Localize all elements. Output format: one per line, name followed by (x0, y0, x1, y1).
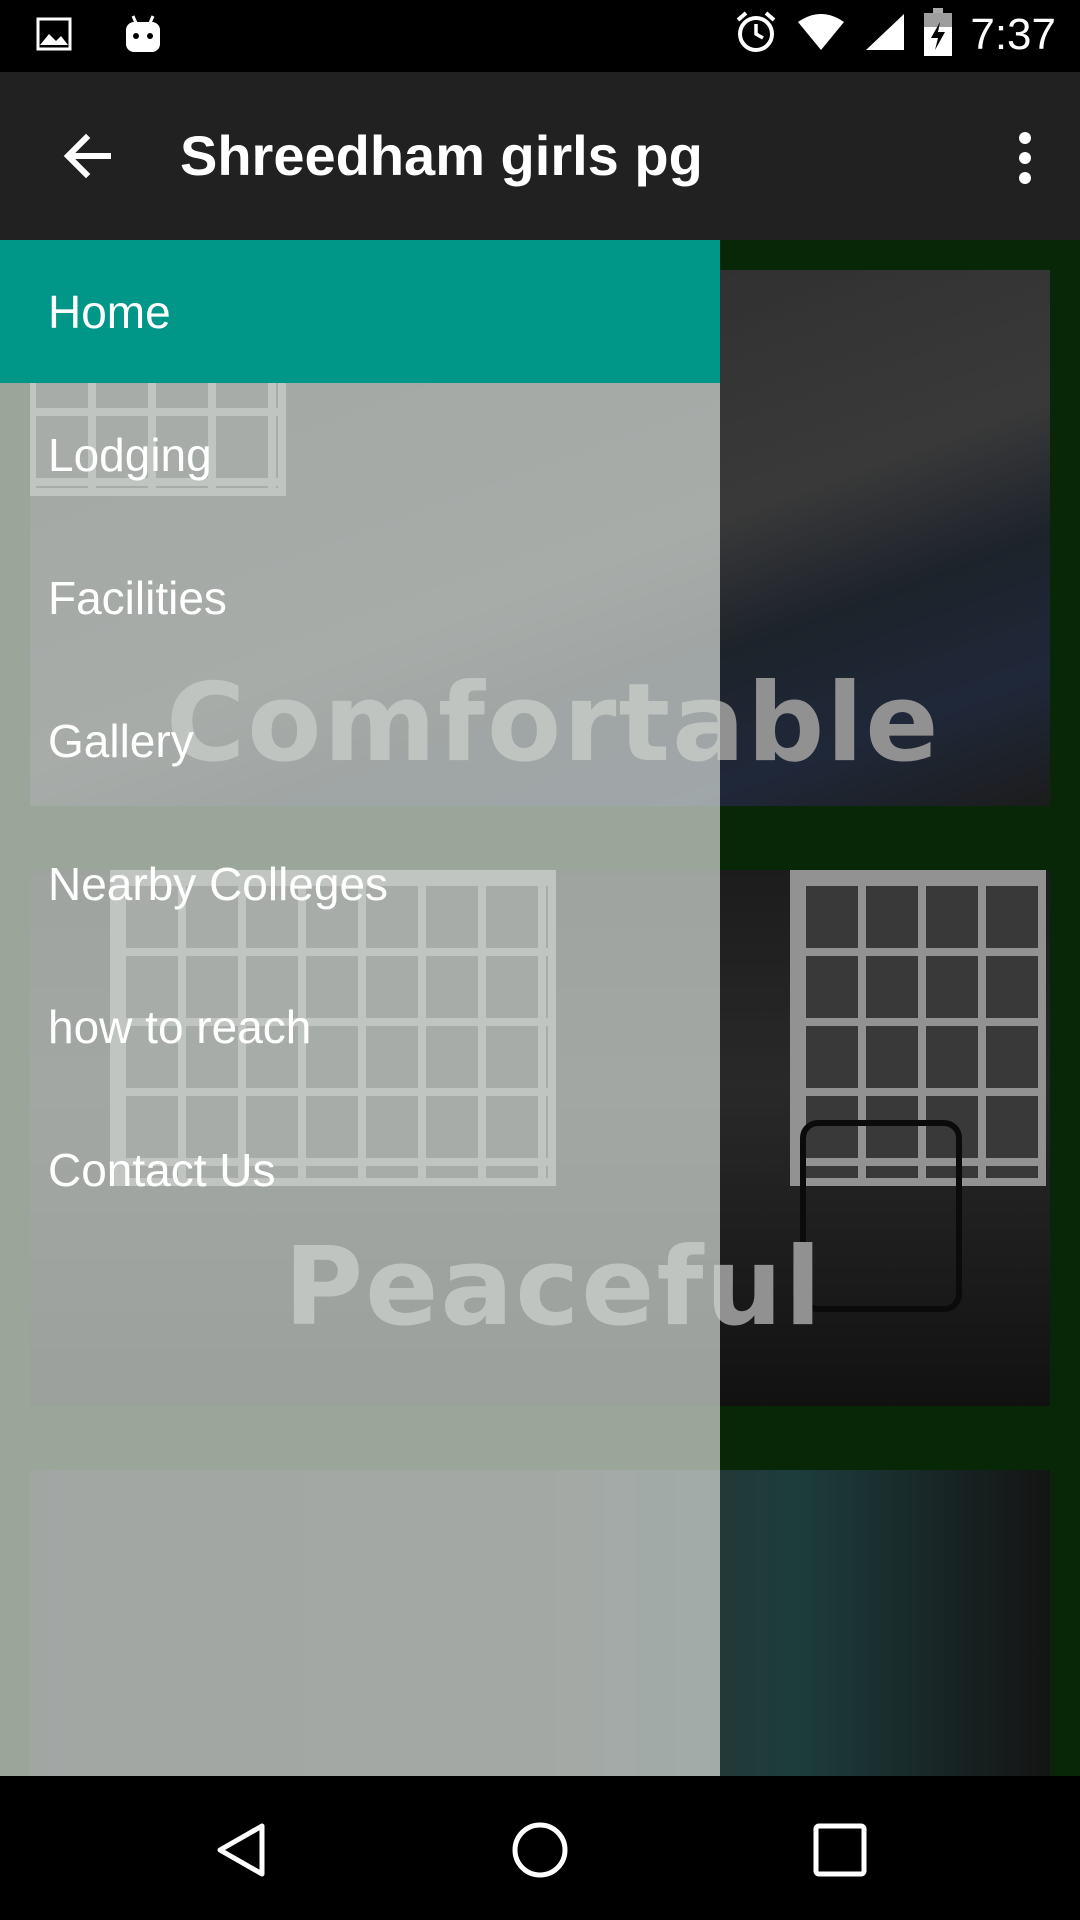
android-icon (124, 14, 162, 59)
image-icon (36, 17, 72, 56)
drawer-item-label: Gallery (48, 714, 194, 767)
drawer-item-label: Facilities (48, 571, 227, 624)
drawer-item-label: Contact Us (48, 1143, 276, 1196)
battery-charging-icon (924, 8, 953, 61)
drawer-item-facilities[interactable]: Facilities (0, 526, 720, 669)
nav-recents-icon[interactable] (810, 1820, 870, 1880)
drawer-item-label: how to reach (48, 1000, 312, 1053)
more-vert-icon[interactable] (1010, 128, 1040, 188)
drawer-item-gallery[interactable]: Gallery (0, 669, 720, 812)
alarm-icon (734, 10, 778, 59)
drawer-item-lodging[interactable]: Lodging (0, 383, 720, 526)
drawer-item-how-to-reach[interactable]: how to reach (0, 955, 720, 1098)
drawer-item-contact-us[interactable]: Contact Us (0, 1098, 720, 1241)
arrow-back-icon[interactable] (56, 124, 120, 188)
drawer-item-label: Lodging (48, 428, 212, 481)
status-time: 7:37 (970, 9, 1056, 59)
drawer-item-home[interactable]: Home (0, 240, 720, 383)
signal-icon (864, 12, 906, 57)
navigation-drawer: Home Lodging Facilities Gallery Nearby C… (0, 240, 720, 1776)
drawer-item-label: Nearby Colleges (48, 857, 389, 910)
app-bar: Shreedham girls pg (0, 72, 1080, 240)
system-nav-bar (0, 1776, 1080, 1920)
status-bar: 7:37 (0, 0, 1080, 72)
drawer-item-nearby-colleges[interactable]: Nearby Colleges (0, 812, 720, 955)
nav-home-icon[interactable] (510, 1820, 570, 1880)
wifi-icon (796, 12, 846, 57)
drawer-item-label: Home (48, 285, 171, 338)
nav-back-icon[interactable] (212, 1820, 272, 1880)
app-title: Shreedham girls pg (180, 124, 703, 187)
